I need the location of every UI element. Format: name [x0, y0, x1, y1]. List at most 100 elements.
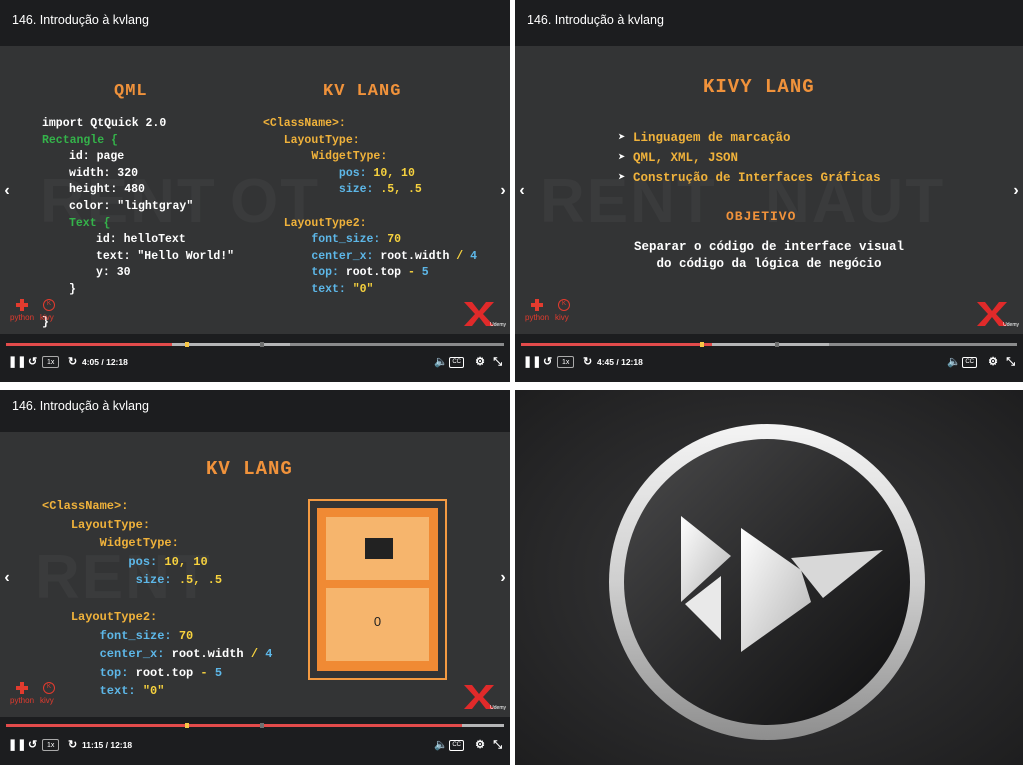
kivy-logo-icon: K [43, 299, 55, 311]
objective-line: do código da lógica de negócio [656, 256, 882, 271]
kv-text-key: text: [99, 684, 136, 698]
kv-top-op: - [401, 266, 422, 280]
kv-top-val: root.top [128, 665, 194, 680]
player-controls: ❚❚ ↺ 1x ↻ 11:15 / 12:18 🔈 CC ⚙ ⤡ [0, 717, 510, 765]
lecture-title: 146. Introdução à kvlang [515, 0, 1023, 46]
control-buttons: ❚❚ ↺ 1x ↻ 4:05 / 12:18 🔈 CC ⚙ ⤡ [6, 353, 504, 371]
kv-cx-num: 4 [265, 647, 273, 661]
label-zero: 0 [373, 614, 382, 629]
forward-icon[interactable]: ↻ [583, 353, 592, 371]
python-kivy-logo: python K kivy [8, 299, 68, 329]
kv-cx-op: / [449, 249, 471, 263]
replay-icon[interactable]: ↺ [28, 353, 37, 371]
playback-rate-button[interactable]: 1x [42, 739, 60, 751]
fullscreen-icon[interactable]: ⤡ [493, 736, 502, 754]
bookmark-marker[interactable] [700, 342, 704, 347]
kv-layout-type: LayoutType: [283, 133, 360, 147]
playback-rate-button[interactable]: 1x [557, 356, 575, 368]
pause-icon[interactable]: ❚❚ [523, 353, 541, 371]
player-controls: ❚❚ ↺ 1x ↻ 4:45 / 12:18 🔈 CC ⚙ ⤡ [515, 334, 1023, 382]
widget-box-bottom: 0 [326, 588, 429, 661]
objective-heading: OBJETIVO [726, 209, 797, 224]
next-lecture-button[interactable]: › [496, 566, 510, 590]
progress-bar[interactable] [6, 342, 504, 347]
previous-lecture-button[interactable]: ‹ [515, 179, 529, 203]
bullet-arrow: ➤ [618, 151, 634, 165]
progress-bar[interactable] [6, 723, 504, 728]
qml-code-line: Text { [69, 216, 111, 230]
qml-code-line: } [69, 282, 76, 296]
progress-bar[interactable] [521, 342, 1017, 347]
volume-icon[interactable]: 🔈 [434, 736, 448, 754]
control-buttons: ❚❚ ↺ 1x ↻ 4:45 / 12:18 🔈 CC ⚙ ⤡ [521, 353, 1017, 371]
volume-icon[interactable]: 🔈 [434, 353, 448, 371]
volume-icon[interactable]: 🔈 [947, 353, 961, 371]
chevron-left-icon: ‹ [4, 568, 10, 586]
forward-icon[interactable]: ↻ [68, 353, 77, 371]
forward-icon[interactable]: ↻ [68, 736, 77, 754]
kv-size-val: .5, .5 [171, 573, 223, 587]
kv-pos-val: 10, 10 [366, 166, 415, 180]
kv-size-key: size: [135, 573, 172, 587]
kv-lang-heading: KV LANG [206, 458, 293, 480]
time-display: 4:05 / 12:18 [82, 357, 128, 367]
bullet-list: ➤ Linguagem de marcação ➤ QML, XML, JSON… [618, 128, 881, 188]
pause-icon[interactable]: ❚❚ [8, 736, 26, 754]
playback-rate-button[interactable]: 1x [42, 356, 60, 368]
captions-icon[interactable]: CC [449, 357, 464, 368]
python-logo-icon [531, 299, 543, 311]
kv-heading: KV LANG [323, 82, 402, 101]
kivy-logo-icon: K [43, 682, 55, 694]
slide: RENT OT QML KV LANG import QtQuick 2.0 Re… [0, 46, 510, 334]
previous-lecture-button[interactable]: ‹ [0, 179, 14, 203]
udemy-logo-text: Udemy [1003, 322, 1019, 328]
lecture-title: 146. Introdução à kvlang [0, 390, 510, 432]
kv-class-name: <ClassName>: [42, 499, 129, 513]
udemy-logo-text: Udemy [490, 705, 506, 711]
chevron-right-icon: › [500, 568, 506, 586]
udemy-x-logo: Udemy [462, 683, 506, 713]
settings-icon[interactable]: ⚙ [475, 736, 485, 754]
kv-cx-val: root.width [373, 249, 450, 263]
kivy-logo-text: kivy [40, 313, 54, 322]
kv-cx-key: center_x: [311, 249, 374, 263]
fullscreen-icon[interactable]: ⤡ [493, 353, 502, 371]
kv-layout-type: LayoutType: [70, 517, 151, 532]
chapter-marker[interactable] [775, 342, 779, 347]
kivy-logo-text: kivy [40, 696, 54, 705]
captions-icon[interactable]: CC [962, 357, 977, 368]
kv-top-val: root.top [338, 266, 402, 280]
kv-cx-num: 4 [470, 249, 477, 263]
previous-lecture-button[interactable]: ‹ [0, 566, 14, 590]
fullscreen-icon[interactable]: ⤡ [1006, 353, 1015, 371]
bookmark-marker[interactable] [185, 723, 189, 728]
bookmark-marker[interactable] [185, 342, 189, 347]
chapter-marker[interactable] [260, 342, 264, 347]
replay-icon[interactable]: ↺ [543, 353, 552, 371]
qml-code-line: Rectangle { [42, 133, 118, 147]
kv-pos-key: pos: [338, 166, 367, 180]
chevron-left-icon: ‹ [519, 182, 525, 199]
next-lecture-button[interactable]: › [496, 179, 510, 203]
replay-icon[interactable]: ↺ [28, 736, 37, 754]
settings-icon[interactable]: ⚙ [988, 353, 998, 371]
qml-code-line: color: "lightgray" [69, 199, 194, 213]
pause-icon[interactable]: ❚❚ [8, 353, 26, 371]
kv-top-key: top: [311, 266, 339, 280]
udemy-logo-text: Udemy [490, 322, 506, 328]
qml-code-line: width: 320 [69, 166, 139, 180]
settings-icon[interactable]: ⚙ [475, 353, 485, 371]
bullet-item: Linguagem de marcação [633, 131, 791, 145]
python-logo-icon [16, 682, 28, 694]
kv-top-num: 5 [214, 665, 223, 680]
chapter-marker[interactable] [260, 723, 264, 728]
lecture-title: 146. Introdução à kvlang [0, 0, 510, 46]
kv-code-block: <ClassName>: LayoutType: WidgetType: pos… [263, 116, 477, 299]
kv-layout-type2: LayoutType2: [70, 610, 158, 624]
kv-cx-val: root.width [164, 647, 244, 661]
next-lecture-button[interactable]: › [1009, 179, 1023, 203]
captions-icon[interactable]: CC [449, 740, 464, 751]
kv-text-val: "0" [345, 282, 374, 296]
progress-fill [6, 724, 462, 727]
kv-cx-key: center_x: [99, 647, 165, 661]
